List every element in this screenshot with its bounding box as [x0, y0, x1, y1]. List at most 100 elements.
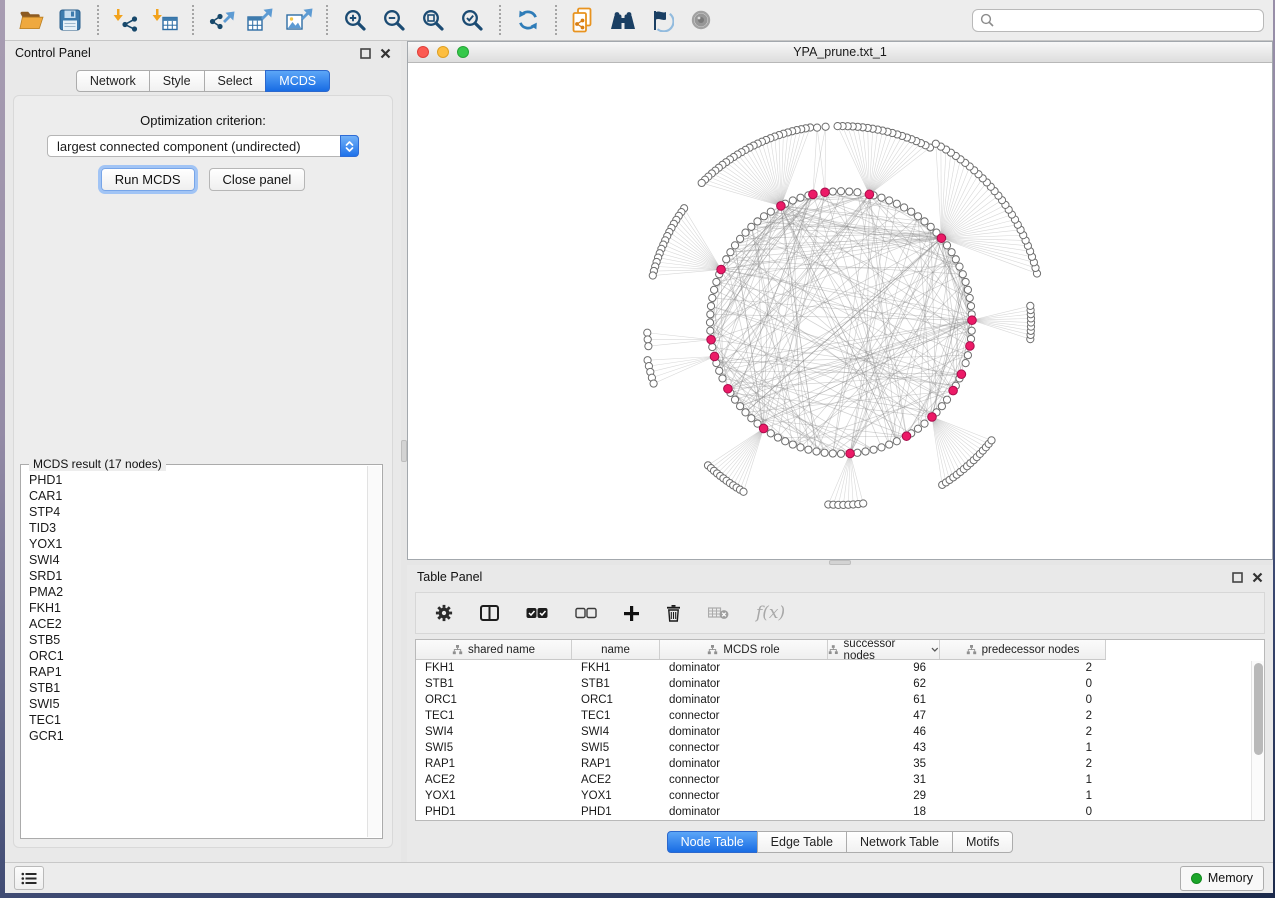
table-scrollbar[interactable]: [1251, 661, 1264, 820]
deselect-all-icon[interactable]: [575, 607, 597, 619]
tab-motifs[interactable]: Motifs: [952, 831, 1013, 853]
close-panel-button[interactable]: Close panel: [209, 168, 306, 191]
memory-status-icon: [1191, 873, 1202, 884]
mcds-result-item[interactable]: GCR1: [29, 728, 366, 744]
table-row[interactable]: TEC1 TEC1 connector 47 2: [416, 708, 1264, 724]
table-row[interactable]: ORC1 ORC1 dominator 61 0: [416, 692, 1264, 708]
mcds-result-item[interactable]: TID3: [29, 520, 366, 536]
mcds-result-item[interactable]: STB1: [29, 680, 366, 696]
add-column-icon[interactable]: [624, 606, 639, 621]
table-panel-titlebar: Table Panel: [407, 565, 1273, 589]
hide-flag-icon[interactable]: [646, 4, 678, 36]
task-history-button[interactable]: [14, 866, 44, 890]
table-scrollbar-thumb[interactable]: [1254, 663, 1263, 755]
column-header-successor-nodes[interactable]: successor nodes: [828, 640, 940, 659]
mcds-result-item[interactable]: SWI4: [29, 552, 366, 568]
cell-shared-name: TEC1: [416, 710, 572, 722]
mcds-result-item[interactable]: ACE2: [29, 616, 366, 632]
tab-style[interactable]: Style: [149, 70, 205, 92]
table-row[interactable]: PHD1 PHD1 dominator 18 0: [416, 804, 1264, 820]
network-graph[interactable]: [408, 63, 1272, 559]
export-table-icon[interactable]: [244, 4, 276, 36]
select-all-icon[interactable]: [526, 607, 548, 619]
search-input[interactable]: [999, 11, 1256, 29]
mcds-result-item[interactable]: TEC1: [29, 712, 366, 728]
tab-node-table[interactable]: Node Table: [667, 831, 758, 853]
cell-successor-nodes: 96: [828, 662, 940, 674]
table-row[interactable]: FKH1 FKH1 dominator 96 2: [416, 660, 1264, 676]
delete-column-icon[interactable]: [666, 605, 681, 622]
table-row[interactable]: RAP1 RAP1 dominator 35 2: [416, 756, 1264, 772]
mcds-list-scrollbar[interactable]: [367, 466, 381, 837]
mcds-result-item[interactable]: STP4: [29, 504, 366, 520]
column-header-name[interactable]: name: [572, 640, 660, 659]
search-icon: [980, 13, 994, 27]
share-document-icon[interactable]: [568, 4, 600, 36]
criterion-select[interactable]: largest connected component (undirected): [47, 135, 359, 157]
open-session-icon[interactable]: [15, 4, 47, 36]
tab-network[interactable]: Network: [76, 70, 150, 92]
cell-predecessor-nodes: 1: [940, 790, 1106, 802]
cell-mcds-role: dominator: [660, 726, 828, 738]
toolbar-separator: [326, 5, 328, 35]
eye-icon: [685, 4, 717, 36]
table-row[interactable]: ACE2 ACE2 connector 31 1: [416, 772, 1264, 788]
tab-edge-table[interactable]: Edge Table: [757, 831, 847, 853]
close-window-icon[interactable]: [417, 46, 429, 58]
delete-table-icon: [708, 606, 729, 620]
search-network-icon[interactable]: [607, 4, 639, 36]
save-session-icon[interactable]: [54, 4, 86, 36]
run-mcds-button[interactable]: Run MCDS: [101, 168, 195, 191]
mcds-result-item[interactable]: SRD1: [29, 568, 366, 584]
column-header-shared-name[interactable]: shared name: [416, 640, 572, 659]
horizontal-splitter-handle[interactable]: [829, 560, 851, 565]
zoom-out-icon[interactable]: [378, 4, 410, 36]
mcds-result-item[interactable]: CAR1: [29, 488, 366, 504]
toolbar-separator: [499, 5, 501, 35]
export-image-icon[interactable]: [283, 4, 315, 36]
network-canvas[interactable]: [408, 63, 1272, 559]
import-table-icon[interactable]: [149, 4, 181, 36]
mcds-result-item[interactable]: STB5: [29, 632, 366, 648]
table-row[interactable]: SWI4 SWI4 dominator 46 2: [416, 724, 1264, 740]
export-network-icon[interactable]: [205, 4, 237, 36]
columns-icon[interactable]: [480, 605, 499, 621]
refresh-layout-icon[interactable]: [512, 4, 544, 36]
mcds-result-item[interactable]: RAP1: [29, 664, 366, 680]
mcds-result-item[interactable]: SWI5: [29, 696, 366, 712]
import-network-icon[interactable]: [110, 4, 142, 36]
vertical-splitter: [401, 41, 407, 862]
float-panel-icon[interactable]: [360, 48, 371, 59]
minimize-window-icon[interactable]: [437, 46, 449, 58]
mcds-result-item[interactable]: YOX1: [29, 536, 366, 552]
tab-network-table[interactable]: Network Table: [846, 831, 953, 853]
toolbar-separator: [97, 5, 99, 35]
close-panel-icon[interactable]: [380, 48, 391, 59]
table-row[interactable]: STB1 STB1 dominator 62 0: [416, 676, 1264, 692]
zoom-fit-icon[interactable]: [417, 4, 449, 36]
zoom-selected-icon[interactable]: [456, 4, 488, 36]
cell-predecessor-nodes: 1: [940, 742, 1106, 754]
mcds-result-item[interactable]: PMA2: [29, 584, 366, 600]
mcds-result-item[interactable]: ORC1: [29, 648, 366, 664]
mcds-result-item[interactable]: PHD1: [29, 472, 366, 488]
search-box[interactable]: [972, 9, 1264, 32]
table-row[interactable]: YOX1 YOX1 connector 29 1: [416, 788, 1264, 804]
float-panel-icon[interactable]: [1232, 572, 1243, 583]
column-header-mcds-role[interactable]: MCDS role: [660, 640, 828, 659]
close-panel-icon[interactable]: [1252, 572, 1263, 583]
sort-descending-icon: [931, 647, 939, 652]
tab-mcds[interactable]: MCDS: [265, 70, 330, 92]
mcds-result-item[interactable]: FKH1: [29, 600, 366, 616]
column-label: name: [601, 644, 630, 656]
tab-select[interactable]: Select: [204, 70, 267, 92]
vertical-splitter-handle[interactable]: [401, 440, 407, 462]
cell-successor-nodes: 62: [828, 678, 940, 690]
table-row[interactable]: SWI5 SWI5 connector 43 1: [416, 740, 1264, 756]
gear-icon[interactable]: [435, 604, 453, 622]
cell-name: SWI5: [572, 742, 660, 754]
memory-button[interactable]: Memory: [1180, 866, 1264, 891]
maximize-window-icon[interactable]: [457, 46, 469, 58]
column-header-predecessor-nodes[interactable]: predecessor nodes: [940, 640, 1106, 659]
zoom-in-icon[interactable]: [339, 4, 371, 36]
